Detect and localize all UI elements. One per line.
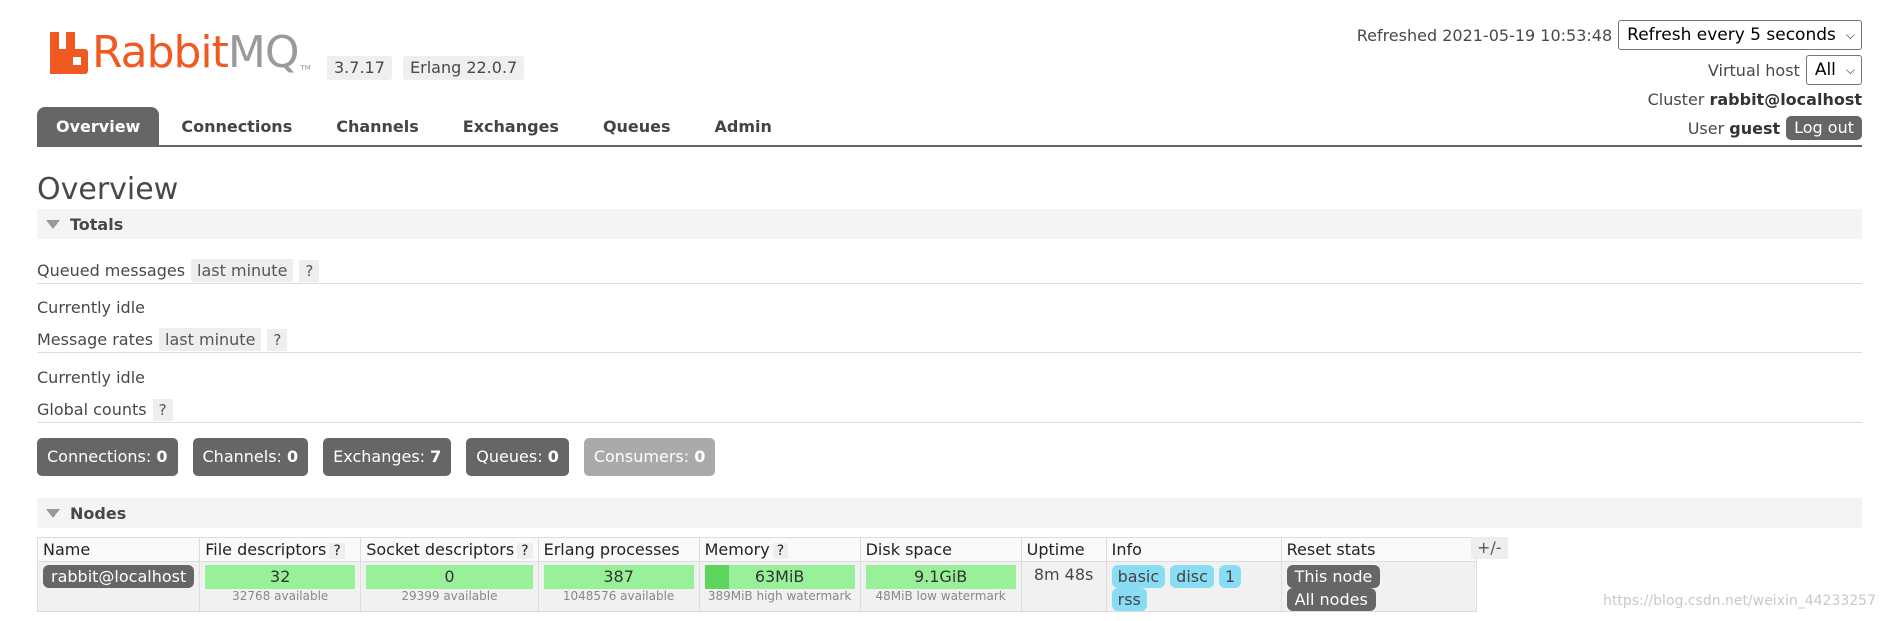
collapse-triangle-icon xyxy=(46,508,60,518)
channels-count[interactable]: Channels: 0 xyxy=(192,438,309,476)
rates-range-select[interactable]: last minute xyxy=(159,328,262,351)
rabbitmq-version: 3.7.17 xyxy=(327,56,392,80)
disk-gauge: 9.1GiB xyxy=(865,565,1016,589)
processes-gauge: 387 xyxy=(543,565,694,589)
tab-channels[interactable]: Channels xyxy=(314,107,441,145)
page-title: Overview xyxy=(37,172,179,207)
exchanges-count[interactable]: Exchanges: 7 xyxy=(323,438,452,476)
refreshed-timestamp: Refreshed 2021-05-19 10:53:48 xyxy=(1356,25,1613,45)
memory-watermark: 389MiB high watermark xyxy=(707,589,852,603)
nodes-section-toggle[interactable]: Nodes xyxy=(37,498,1862,528)
help-icon[interactable]: ? xyxy=(152,398,173,421)
chevron-down-icon: ⌵ xyxy=(1845,62,1855,77)
disk-watermark: 48MiB low watermark xyxy=(875,589,1006,603)
col-erlang-processes: Erlang processes xyxy=(537,537,700,562)
help-icon[interactable]: ? xyxy=(772,543,789,559)
reset-this-node-button[interactable]: This node xyxy=(1286,565,1381,588)
connections-count[interactable]: Connections: 0 xyxy=(37,438,178,476)
queues-count[interactable]: Queues: 0 xyxy=(466,438,569,476)
rabbitmq-logo-icon xyxy=(50,32,88,74)
message-rates-label: Message rates xyxy=(37,330,154,349)
refresh-interval-select[interactable]: Refresh every 5 seconds ⌵ xyxy=(1618,20,1862,50)
memory-gauge: 63MiB xyxy=(704,565,855,589)
queued-messages-header: Queued messages last minute ? xyxy=(37,258,1862,284)
col-socket-descriptors: Socket descriptors? xyxy=(360,537,539,562)
col-file-descriptors: File descriptors? xyxy=(199,537,362,562)
tab-queues[interactable]: Queues xyxy=(581,107,693,145)
rates-state: Currently idle xyxy=(37,368,145,387)
col-uptime: Uptime xyxy=(1020,537,1107,562)
table-row: rabbit@localhost 32 32768 available 0 29… xyxy=(36,561,1477,612)
socket-available: 29399 available xyxy=(401,589,498,603)
col-reset-stats: Reset stats xyxy=(1280,537,1477,562)
watermark-text: https://blog.csdn.net/weixin_44233257 xyxy=(1602,593,1876,609)
refresh-interval-value: Refresh every 5 seconds xyxy=(1627,25,1836,45)
vhost-value: All xyxy=(1814,60,1836,80)
tab-connections[interactable]: Connections xyxy=(159,107,314,145)
global-counts-header: Global counts ? xyxy=(37,397,1862,423)
col-info: Info xyxy=(1105,537,1282,562)
totals-heading: Totals xyxy=(70,214,124,234)
erlang-version: Erlang 22.0.7 xyxy=(403,56,525,80)
help-icon[interactable]: ? xyxy=(267,328,288,351)
logo-wordmark: RabbitMQ xyxy=(92,27,300,78)
help-icon[interactable]: ? xyxy=(329,543,345,559)
column-toggle-button[interactable]: +/- xyxy=(1471,537,1508,559)
info-tag-basic: basic xyxy=(1111,565,1166,588)
chevron-down-icon: ⌵ xyxy=(1845,27,1855,42)
processes-available: 1048576 available xyxy=(562,589,675,603)
fd-gauge: 32 xyxy=(205,565,356,589)
socket-gauge: 0 xyxy=(366,565,533,589)
tab-admin[interactable]: Admin xyxy=(693,107,794,145)
vhost-select[interactable]: All ⌵ xyxy=(1805,55,1862,85)
rabbitmq-logo: RabbitMQ TM xyxy=(50,27,311,78)
col-disk-space: Disk space xyxy=(859,537,1022,562)
info-tag-rss: rss xyxy=(1111,588,1147,611)
global-counts-label: Global counts xyxy=(37,400,147,419)
consumers-count: Consumers: 0 xyxy=(583,438,716,476)
info-cell: basic disc 1 rss xyxy=(1105,561,1282,612)
message-rates-header: Message rates last minute ? xyxy=(37,327,1862,353)
reset-stats-cell: This nodeAll nodes xyxy=(1280,561,1477,612)
vhost-label: Virtual host xyxy=(1707,60,1800,80)
totals-section-toggle[interactable]: Totals xyxy=(37,209,1862,239)
tab-exchanges[interactable]: Exchanges xyxy=(441,107,581,145)
reset-all-nodes-button[interactable]: All nodes xyxy=(1286,588,1376,611)
queued-messages-label: Queued messages xyxy=(37,261,186,280)
nodes-heading: Nodes xyxy=(70,503,127,523)
uptime-value: 8m 48s xyxy=(1020,561,1107,612)
global-counts: Connections: 0 Channels: 0 Exchanges: 7 … xyxy=(37,438,730,476)
collapse-triangle-icon xyxy=(46,219,60,229)
info-tag-count: 1 xyxy=(1218,565,1242,588)
queued-range-select[interactable]: last minute xyxy=(191,259,294,282)
col-memory: Memory? xyxy=(698,537,861,562)
memory-fill xyxy=(704,565,729,589)
col-name: Name xyxy=(36,537,201,562)
tab-overview[interactable]: Overview xyxy=(37,107,160,145)
queued-state: Currently idle xyxy=(37,298,145,317)
fd-available: 32768 available xyxy=(232,589,329,603)
info-tag-disc: disc xyxy=(1170,565,1214,588)
node-name-link[interactable]: rabbit@localhost xyxy=(43,565,195,588)
main-nav-tabs: Overview Connections Channels Exchanges … xyxy=(37,107,1862,147)
help-icon[interactable]: ? xyxy=(299,259,320,282)
logo-trademark: TM xyxy=(300,64,311,72)
help-icon[interactable]: ? xyxy=(517,543,533,559)
nodes-table: Name File descriptors? Socket descriptor… xyxy=(36,537,1477,612)
